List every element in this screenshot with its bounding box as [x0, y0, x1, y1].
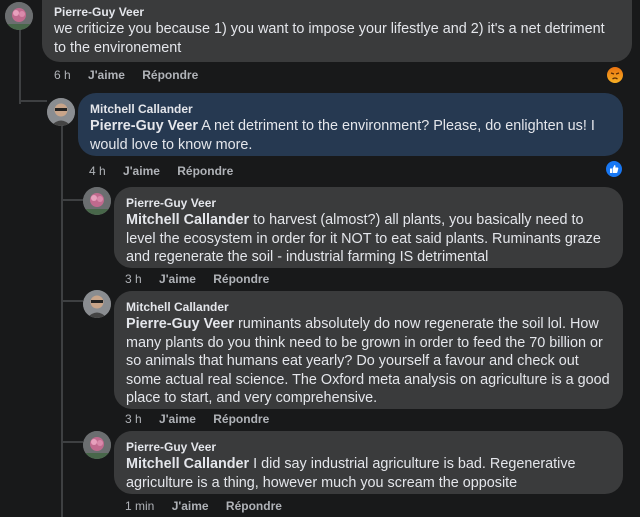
like-button[interactable]: J'aime — [159, 272, 196, 286]
like-button[interactable]: J'aime — [88, 68, 125, 82]
mention-link[interactable]: Mitchell Callander — [126, 456, 249, 472]
reply-button[interactable]: Répondre — [177, 164, 233, 178]
flower-avatar-icon — [5, 2, 33, 30]
like-button[interactable]: J'aime — [159, 412, 196, 426]
avatar[interactable] — [83, 187, 111, 215]
flower-avatar-icon — [83, 187, 111, 215]
comment-text: Mitchell Callander I did say industrial … — [126, 455, 611, 492]
timestamp[interactable]: 3 h — [125, 272, 142, 286]
comment-author[interactable]: Mitchell Callander — [126, 299, 611, 315]
comment-author[interactable]: Pierre-Guy Veer — [126, 439, 611, 455]
thread-line-reply — [61, 124, 63, 517]
comment-text: Mitchell Callander to harvest (almost?) … — [126, 211, 611, 267]
mention-link[interactable]: Mitchell Callander — [126, 212, 249, 228]
like-reaction-icon[interactable] — [605, 160, 623, 178]
comment-text: Pierre-Guy Veer ruminants absolutely do … — [126, 315, 611, 408]
comment-author[interactable]: Pierre-Guy Veer — [54, 4, 620, 20]
timestamp[interactable]: 6 h — [54, 68, 71, 82]
like-button[interactable]: J'aime — [172, 499, 209, 513]
reply-button[interactable]: Répondre — [213, 272, 269, 286]
comment-bubble: Pierre-Guy Veer Mitchell Callander I did… — [114, 431, 623, 494]
thread-line-branch-3 — [61, 441, 83, 443]
comment-bubble: Mitchell Callander Pierre-Guy Veer rumin… — [114, 291, 623, 409]
timestamp[interactable]: 3 h — [125, 412, 142, 426]
comment-text: we criticize you because 1) you want to … — [54, 20, 620, 57]
mention-link[interactable]: Pierre-Guy Veer — [126, 316, 234, 332]
comment-actions: 6 h J'aime Répondre — [54, 68, 212, 82]
avatar[interactable] — [83, 290, 111, 318]
reply-button[interactable]: Répondre — [226, 499, 282, 513]
comment-author[interactable]: Pierre-Guy Veer — [126, 195, 611, 211]
comment-bubble: Pierre-Guy Veer Mitchell Callander to ha… — [114, 187, 623, 268]
comment-actions: 1 min J'aime Répondre — [125, 499, 296, 513]
person-avatar-icon — [47, 98, 75, 126]
comment-bubble-highlighted: Mitchell Callander Pierre-Guy Veer A net… — [78, 93, 623, 156]
comment-text: Pierre-Guy Veer A net detriment to the e… — [90, 117, 611, 154]
timestamp[interactable]: 1 min — [125, 499, 154, 513]
avatar[interactable] — [5, 2, 33, 30]
avatar[interactable] — [47, 98, 75, 126]
reply-button[interactable]: Répondre — [142, 68, 198, 82]
thread-line-branch-1 — [61, 199, 83, 201]
thread-line-main-curve — [19, 100, 47, 102]
timestamp[interactable]: 4 h — [89, 164, 106, 178]
like-button[interactable]: J'aime — [123, 164, 160, 178]
thread-line-branch-2 — [61, 300, 83, 302]
person-avatar-icon — [83, 290, 111, 318]
avatar[interactable] — [83, 431, 111, 459]
mention-link[interactable]: Pierre-Guy Veer — [90, 118, 198, 134]
comment-actions: 4 h J'aime Répondre — [89, 164, 247, 178]
comment-actions: 3 h J'aime Répondre — [125, 272, 283, 286]
thread-line-main — [19, 22, 21, 104]
comment-actions: 3 h J'aime Répondre — [125, 412, 283, 426]
reply-button[interactable]: Répondre — [213, 412, 269, 426]
comment-author[interactable]: Mitchell Callander — [90, 101, 611, 117]
comment-body: we criticize you because 1) you want to … — [54, 21, 605, 56]
angry-reaction-icon[interactable] — [606, 66, 624, 84]
flower-avatar-icon — [83, 431, 111, 459]
comment-bubble: Pierre-Guy Veer we criticize you because… — [42, 0, 632, 62]
